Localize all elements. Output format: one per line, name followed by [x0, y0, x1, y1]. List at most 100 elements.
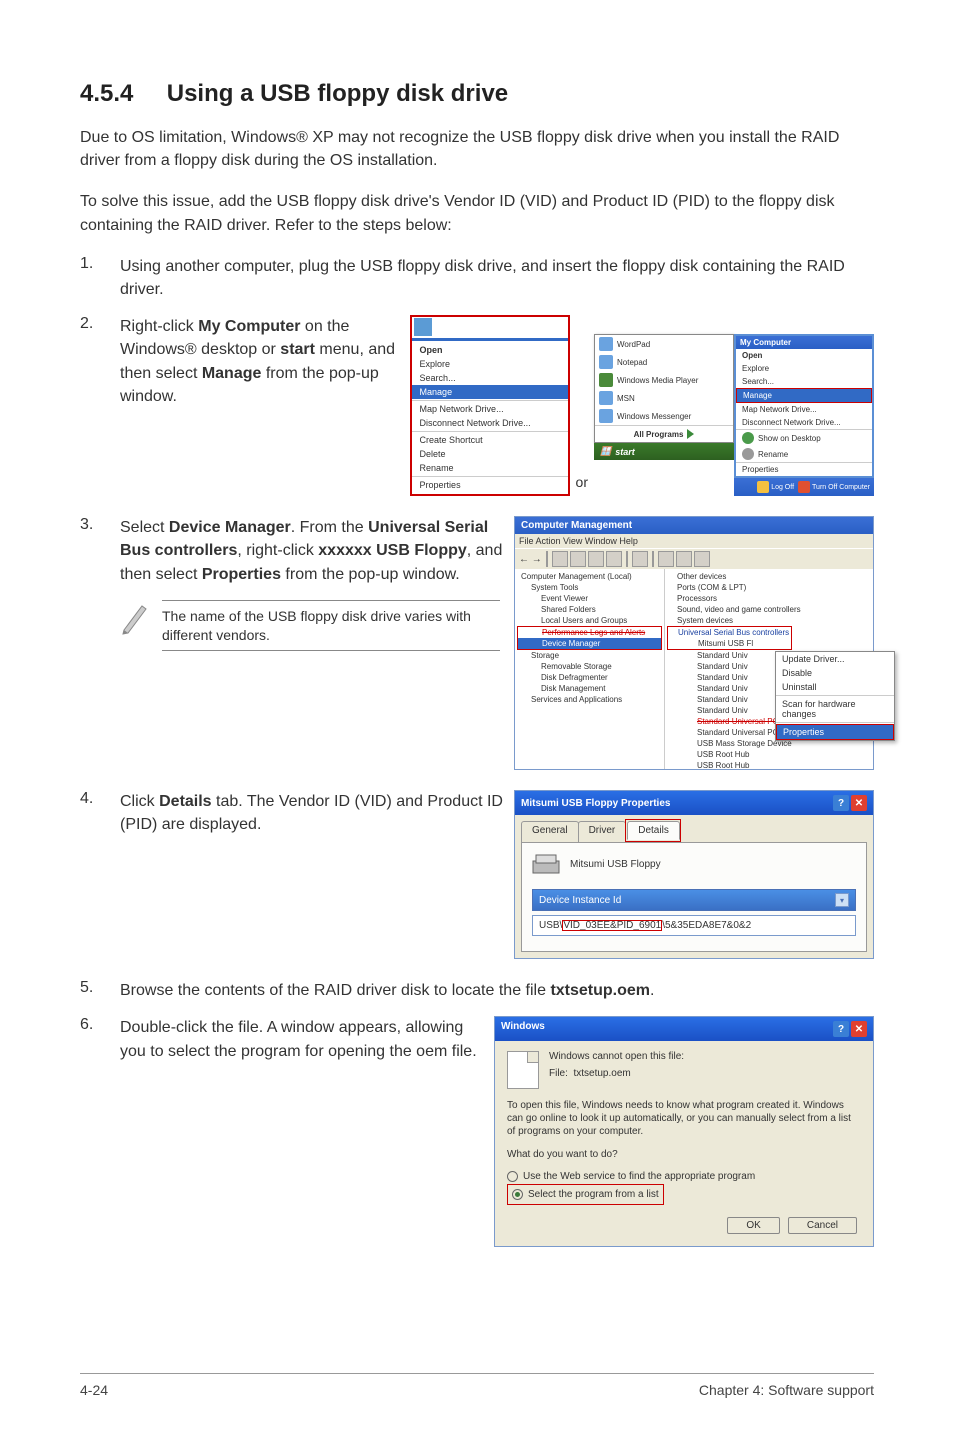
cancel-button[interactable]: Cancel: [788, 1217, 857, 1234]
tree-disk-defrag[interactable]: Disk Defragmenter: [517, 672, 662, 683]
toolbar-icon[interactable]: [552, 551, 568, 567]
chapter-label: Chapter 4: Software support: [699, 1382, 874, 1398]
file-icon: [507, 1051, 539, 1089]
context-menu: Update Driver... Disable Uninstall Scan …: [775, 651, 895, 741]
toolbar-icon[interactable]: [632, 551, 648, 567]
rtree-usb-root[interactable]: USB Root Hub: [667, 749, 871, 760]
menu-item-properties[interactable]: Properties: [412, 478, 568, 492]
windlg-titlebar: Windows ? ✕: [495, 1017, 873, 1041]
screenshot-context-menus: Open Explore Search... Manage Map Networ…: [410, 315, 874, 496]
step-text: Double-click the file. A window appears,…: [120, 1016, 484, 1062]
ctx-properties[interactable]: Properties: [777, 725, 893, 739]
screenshot-windows-dialog: Windows ? ✕ Windows cannot open this fil…: [494, 1016, 874, 1247]
tree-storage[interactable]: Storage: [517, 650, 662, 661]
search-icon: [742, 448, 754, 460]
turnoff-button[interactable]: Turn Off Computer: [798, 481, 870, 493]
combo-device-instance[interactable]: Device Instance Id ▾: [532, 889, 856, 911]
menu-item-manage[interactable]: Manage: [412, 385, 568, 399]
toolbar-icon[interactable]: [588, 551, 604, 567]
ctx-uninstall[interactable]: Uninstall: [776, 680, 894, 694]
start-item-messenger[interactable]: Windows Messenger: [595, 407, 733, 425]
menu-item-open[interactable]: Open: [412, 343, 568, 357]
ctx-scan[interactable]: Scan for hardware changes: [776, 697, 894, 721]
rtree-sound[interactable]: Sound, video and game controllers: [667, 604, 871, 615]
tree-event-viewer[interactable]: Event Viewer: [517, 593, 662, 604]
menu-item-rename[interactable]: Rename: [412, 461, 568, 475]
rtree-sysdev[interactable]: System devices: [667, 615, 871, 626]
devmgr-right-tree: Other devices Ports (COM & LPT) Processo…: [665, 569, 873, 769]
rtree-ports[interactable]: Ports (COM & LPT): [667, 582, 871, 593]
device-name: Mitsumi USB Floppy: [570, 859, 661, 870]
menu-item-create-shortcut[interactable]: Create Shortcut: [412, 433, 568, 447]
tab-general[interactable]: General: [521, 821, 579, 842]
menu3-open[interactable]: Open: [736, 349, 872, 362]
start-item-wordpad[interactable]: WordPad: [595, 335, 733, 353]
start-item-wmp[interactable]: Windows Media Player: [595, 371, 733, 389]
step-5: 5. Browse the contents of the RAID drive…: [80, 979, 874, 1002]
close-button[interactable]: ✕: [851, 795, 867, 811]
menu-item-map-network[interactable]: Map Network Drive...: [412, 402, 568, 416]
menu3-show-desktop[interactable]: Show on Desktop: [736, 430, 872, 446]
rtree-other[interactable]: Other devices: [667, 571, 871, 582]
start-item-msn[interactable]: MSN: [595, 389, 733, 407]
tree-root[interactable]: Computer Management (Local): [517, 571, 662, 582]
menu3-rename[interactable]: Rename: [736, 446, 872, 462]
menu3-title: My Computer: [736, 336, 872, 349]
page-number: 4-24: [80, 1382, 108, 1398]
cannot-open-label: Windows cannot open this file:: [549, 1051, 684, 1062]
menu3-map-network[interactable]: Map Network Drive...: [736, 403, 872, 416]
tab-details[interactable]: Details: [627, 821, 680, 840]
menu-item-search[interactable]: Search...: [412, 371, 568, 385]
menu3-disconnect-network[interactable]: Disconnect Network Drive...: [736, 416, 872, 429]
tab-content: Mitsumi USB Floppy Device Instance Id ▾ …: [521, 842, 867, 952]
tree-device-manager[interactable]: Device Manager: [518, 638, 661, 649]
rtree-usb-root2[interactable]: USB Root Hub: [667, 760, 871, 771]
tree-services[interactable]: Services and Applications: [517, 694, 662, 705]
devmgr-menubar[interactable]: File Action View Window Help: [515, 534, 873, 548]
radio-web-service[interactable]: Use the Web service to find the appropri…: [507, 1171, 861, 1182]
ok-button[interactable]: OK: [727, 1217, 779, 1234]
devmgr-left-tree: Computer Management (Local) System Tools…: [515, 569, 665, 769]
menu-item-disconnect-network[interactable]: Disconnect Network Drive...: [412, 416, 568, 430]
step-text: Right-click My Computer on the Windows® …: [120, 315, 400, 408]
help-button[interactable]: ?: [833, 795, 849, 811]
step-number: 5.: [80, 979, 120, 1002]
start-all-programs[interactable]: All Programs: [595, 426, 733, 442]
logoff-button[interactable]: Log Off: [757, 481, 794, 493]
tab-driver[interactable]: Driver: [578, 821, 627, 842]
rtree-proc[interactable]: Processors: [667, 593, 871, 604]
what-do-label: What do you want to do?: [507, 1148, 861, 1161]
start-button[interactable]: 🪟start: [594, 443, 734, 460]
tree-removable-storage[interactable]: Removable Storage: [517, 661, 662, 672]
tree-disk-mgmt[interactable]: Disk Management: [517, 683, 662, 694]
ctx-update-driver[interactable]: Update Driver...: [776, 652, 894, 666]
menu3-manage[interactable]: Manage: [737, 389, 871, 402]
menu3-properties[interactable]: Properties: [736, 463, 872, 476]
mycomputer-icon: [414, 318, 432, 336]
screenshot-properties-dialog: Mitsumi USB Floppy Properties ? ✕ Genera…: [514, 790, 874, 959]
rtree-mitsumi-usb[interactable]: Mitsumi USB Fl: [698, 639, 753, 648]
rtree-usb-controllers[interactable]: Universal Serial Bus controllers: [668, 627, 791, 638]
start-item-notepad[interactable]: Notepad: [595, 353, 733, 371]
toolbar-icon[interactable]: [676, 551, 692, 567]
menu-item-explore[interactable]: Explore: [412, 357, 568, 371]
tree-local-users[interactable]: Local Users and Groups: [517, 615, 662, 626]
tree-shared-folders[interactable]: Shared Folders: [517, 604, 662, 615]
toolbar-icon[interactable]: [570, 551, 586, 567]
explain-text: To open this file, Windows needs to know…: [507, 1099, 861, 1138]
close-button[interactable]: ✕: [851, 1021, 867, 1037]
help-button[interactable]: ?: [833, 1021, 849, 1037]
step-number: 1.: [80, 255, 120, 301]
toolbar-icon[interactable]: [606, 551, 622, 567]
wordpad-icon: [599, 337, 613, 351]
dropdown-arrow-icon: ▾: [835, 893, 849, 907]
toolbar-icon[interactable]: [658, 551, 674, 567]
menu-item-delete[interactable]: Delete: [412, 447, 568, 461]
tree-system-tools[interactable]: System Tools: [517, 582, 662, 593]
ctx-disable[interactable]: Disable: [776, 666, 894, 680]
tree-perf-logs[interactable]: Performance Logs and Alerts: [518, 627, 661, 638]
radio-select-from-list[interactable]: Select the program from a list: [512, 1189, 659, 1200]
menu3-explore[interactable]: Explore: [736, 362, 872, 375]
menu3-search[interactable]: Search...: [736, 375, 872, 388]
toolbar-icon[interactable]: [694, 551, 710, 567]
